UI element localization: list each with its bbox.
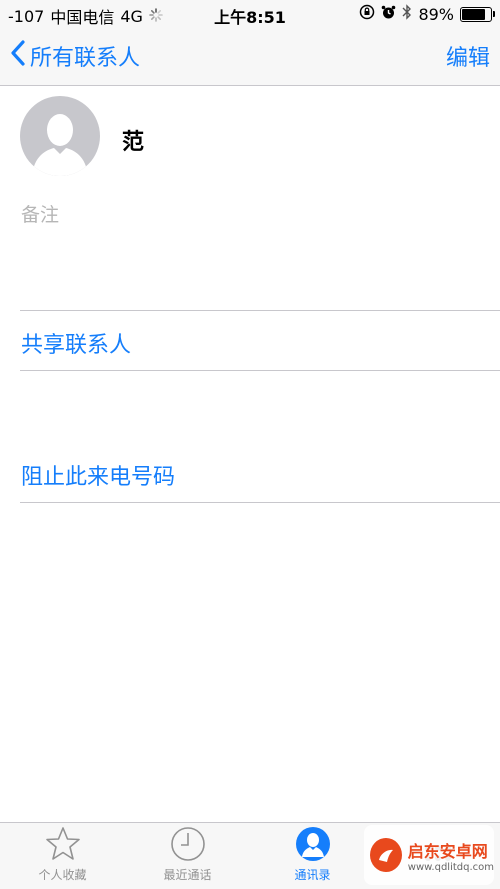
notes-field[interactable]: 备注 [21,200,59,227]
navigation-bar: 所有联系人 编辑 [0,28,500,86]
watermark-logo-icon [370,838,402,872]
clock-icon [170,827,205,861]
battery-fill [462,8,486,20]
watermark-text: 启东安卓网 www.qdlitdq.com [408,838,494,873]
tab-label: 最近通话 [163,868,212,882]
divider [20,502,500,503]
contact-name: 范 [122,130,145,155]
chevron-left-icon [10,40,26,72]
avatar [20,96,100,176]
watermark: 启东安卓网 www.qdlitdq.com [364,825,494,885]
alarm-icon [381,5,396,24]
status-bar: -107 中国电信 4G 上午8:51 89% [0,0,500,28]
back-button-label: 所有联系人 [30,46,141,71]
divider [20,310,500,311]
battery-icon [460,6,495,22]
status-right: 89% [359,4,495,24]
divider [20,370,500,371]
star-icon [45,827,80,860]
tab-label: 通讯录 [294,868,331,882]
tab-recents[interactable]: 最近通话 [125,823,250,889]
contact-icon [295,827,330,861]
tab-contacts[interactable]: 通讯录 [250,823,375,889]
tab-label: 个人收藏 [38,868,87,882]
share-contact-button[interactable]: 共享联系人 [21,327,131,359]
bluetooth-icon [402,4,412,24]
back-button[interactable]: 所有联系人 [10,40,140,72]
rotation-lock-icon [359,4,375,24]
block-caller-button[interactable]: 阻止此来电号码 [21,459,175,491]
battery-percent: 89% [418,4,454,24]
tab-favorites[interactable]: 个人收藏 [0,823,125,889]
watermark-url: www.qdlitdq.com [407,861,494,873]
watermark-title: 启东安卓网 [407,841,488,861]
person-silhouette-icon [32,114,88,176]
edit-button[interactable]: 编辑 [446,40,490,72]
